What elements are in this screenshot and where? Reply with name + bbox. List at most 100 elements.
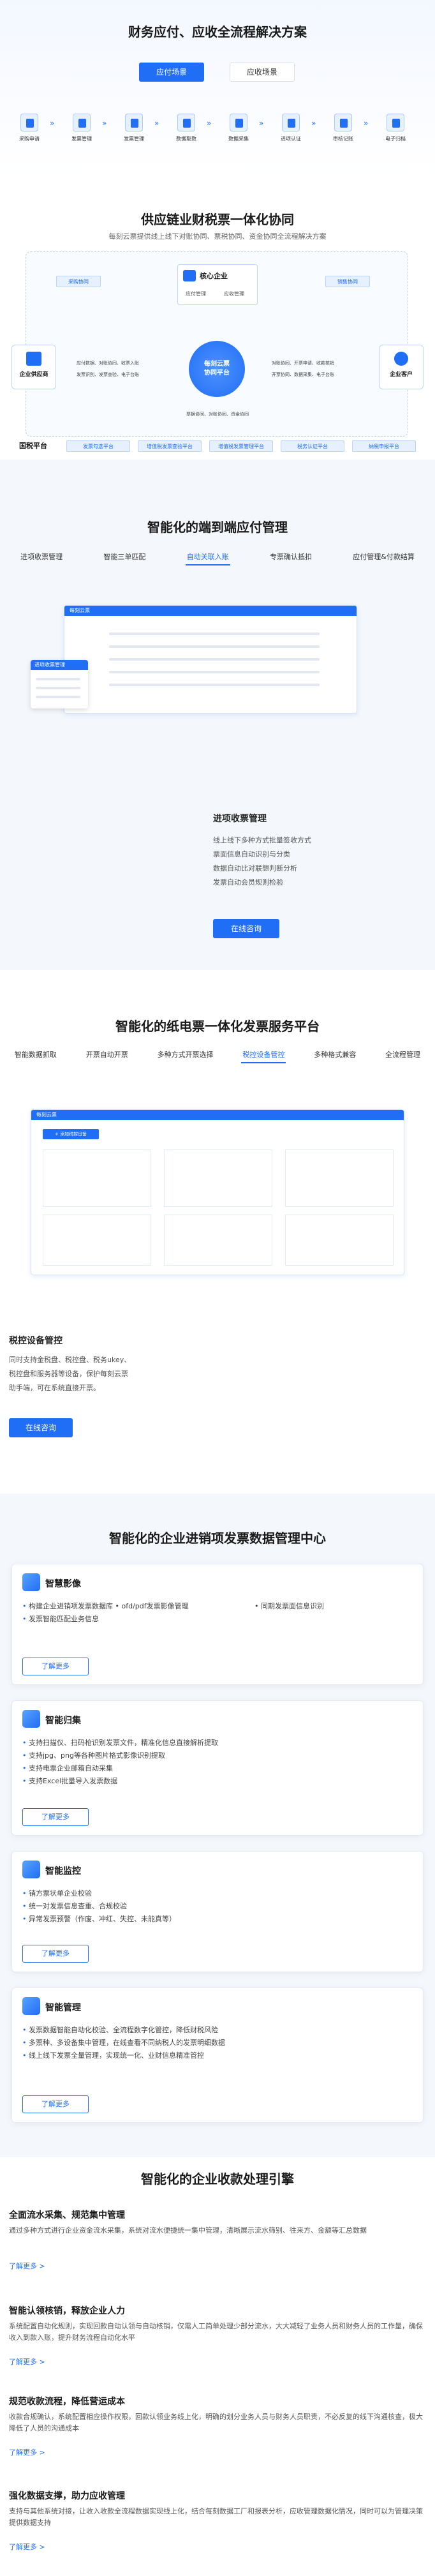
tax-pill: 增值税发票管理平台 <box>209 440 273 452</box>
card-title: 智能监控 <box>45 1866 81 1876</box>
tab-item[interactable]: 开票自动开票 <box>85 1047 129 1063</box>
tab-item[interactable]: 多种方式开票选择 <box>156 1047 215 1063</box>
feature-item: 票面信息自动识别与分类 <box>213 850 290 858</box>
card-item: 支持电票企业邮箱自动采集 <box>22 1762 218 1775</box>
feature-card: 智慧影像构建企业进销项发票数据库 • ofd/pdf发票影像管理发票智能匹配业务… <box>11 1564 424 1685</box>
section-title: 财务应付、应收全流程解决方案 <box>128 24 307 40</box>
invoice-tabs: 智能数据抓取 开票自动开票 多种方式开票选择 税控设备管控 多种格式兼容 全流程管理 <box>0 1047 435 1063</box>
building-icon <box>183 270 196 281</box>
learn-more-link[interactable]: 了解更多 > <box>9 2356 45 2367</box>
step-label: 发票管理 <box>71 136 92 142</box>
feature-card: 智能归集支持扫描仪、扫码枪识别发票文件，精准化信息直接解析提取支持jpg、png… <box>11 1700 424 1836</box>
section-title: 智能化的纸电票一体化发票服务平台 <box>115 1019 320 1034</box>
feature-icon <box>22 1710 40 1728</box>
supplier-label: 企业供应商 <box>19 371 48 378</box>
section-subtitle: 每刻云票提供线上线下对账协同、票税协同、资金协同全流程解决方案 <box>108 232 327 241</box>
flow-step: 数据取数 <box>170 114 203 142</box>
right-texts: 对账协同、开票申请、收款核销 开票协同、数据采集、电子台账 <box>272 357 334 380</box>
feature-card: 智能管理发票数据智能自动化校验、全流程数字化管控，降低财税风险多票种、多设备集中… <box>11 1988 424 2123</box>
feature-item: 线上线下多种方式批量签收方式 <box>213 836 311 844</box>
feature-icon <box>22 1861 40 1878</box>
user-icon <box>394 352 408 366</box>
learn-more-button[interactable]: 了解更多 <box>22 2095 89 2113</box>
left-text2: 发票识别、发票查验、电子台账 <box>77 372 139 377</box>
tab-receivable[interactable]: 应收场景 <box>230 63 295 82</box>
platform-line2: 协同平台 <box>204 370 230 377</box>
feature-desc: 同时支持金税盘、税控盘、税务ukey、 税控盘和服务器等设备，保护每刻云票 助手端，… <box>9 1353 131 1395</box>
chevron-right-icon: » <box>364 119 369 128</box>
right-text1: 对账协同、开票申请、收款核销 <box>272 361 334 366</box>
row-title: 强化数据支撑，助力应收管理 <box>9 2491 125 2501</box>
desc-line: 税控盘和服务器等设备，保护每刻云票 <box>9 1370 128 1378</box>
chevron-right-icon: » <box>50 119 55 128</box>
platform-hub: 每刻云票 协同平台 <box>189 341 245 397</box>
card-item: 构建企业进销项发票数据库 • ofd/pdf发票影像管理 <box>22 1600 189 1613</box>
flow-step: 数据采集 <box>222 114 255 142</box>
step-icon <box>387 114 404 131</box>
row-desc: 收款合规确认，系统配置相应操作权限，回款认领业务线上化，明确的划分业务人员与财务… <box>9 2413 423 2432</box>
learn-more-button[interactable]: 了解更多 <box>22 1658 89 1675</box>
customer-node: 企业客户 <box>379 345 424 389</box>
core-sub2: 应收管理 <box>224 291 244 297</box>
tab-item[interactable]: 全流程管理 <box>384 1047 422 1063</box>
feature-title: 进项收票管理 <box>213 814 267 824</box>
step-label: 电子归档 <box>385 136 406 142</box>
customer-label: 企业客户 <box>389 371 413 378</box>
tab-item[interactable]: 自动关联入账 <box>185 549 230 565</box>
core-box: 核心企业 应付管理 应收管理 <box>177 264 258 305</box>
card-item: 支持扫描仪、扫码枪识别发票文件，精准化信息直接解析提取 <box>22 1737 218 1749</box>
feature-icon <box>22 1997 40 2015</box>
section-title: 供应链业财税票一体化协同 <box>141 212 294 227</box>
step-label: 采购申请 <box>19 136 40 142</box>
tab-item[interactable]: 应付管理&付款结算 <box>351 549 416 565</box>
step-icon <box>282 114 300 131</box>
consult-button[interactable]: 在线咨询 <box>213 919 279 938</box>
step-icon <box>230 114 247 131</box>
chevron-right-icon: » <box>259 119 264 128</box>
row-desc: 支持与其他系统对接，让收入收款全流程数据实现线上化，结合每刻数据工厂和报表分析，… <box>9 2507 423 2527</box>
chevron-right-icon: » <box>311 119 316 128</box>
step-label: 数据采集 <box>228 136 249 142</box>
learn-more-link[interactable]: 了解更多 > <box>9 2447 45 2457</box>
row-title: 规范收款流程，降低营运成本 <box>9 2397 125 2407</box>
card-item: 发票数据智能自动化校验、全流程数字化管控，降低财税风险 <box>22 2024 225 2037</box>
tab-item[interactable]: 智能数据抓取 <box>13 1047 58 1063</box>
tab-item[interactable]: 进项收票管理 <box>19 549 64 565</box>
learn-more-link[interactable]: 了解更多 > <box>9 2542 45 2552</box>
tab-payable[interactable]: 应付场景 <box>139 63 204 82</box>
tab-item[interactable]: 多种格式兼容 <box>313 1047 357 1063</box>
tax-pill: 纳税申报平台 <box>352 440 416 452</box>
chevron-right-icon: » <box>154 119 159 128</box>
add-device-button[interactable]: + 添加税控设备 <box>43 1129 99 1139</box>
platform-line1: 每刻云票 <box>204 361 230 368</box>
tab-item[interactable]: 专票确认抵扣 <box>269 549 313 565</box>
learn-more-button[interactable]: 了解更多 <box>22 1945 89 1963</box>
step-icon <box>334 114 352 131</box>
step-icon <box>20 114 38 131</box>
popup-card: 进项收票管理 <box>31 660 88 708</box>
store-icon <box>26 352 41 366</box>
chevron-right-icon: » <box>102 119 107 128</box>
learn-more-button[interactable]: 了解更多 <box>22 1808 89 1826</box>
tab-item[interactable]: 智能三单匹配 <box>102 549 147 565</box>
card-item: 支持Excel批量导入发票数据 <box>22 1775 218 1788</box>
consult-button[interactable]: 在线咨询 <box>9 1418 73 1437</box>
card-list: 发票数据智能自动化校验、全流程数字化管控，降低财税风险多票种、多设备集中管理，在… <box>22 2024 225 2062</box>
card-list: 支持扫描仪、扫码枪识别发票文件，精准化信息直接解析提取支持jpg、png等各种图… <box>22 1737 218 1788</box>
section-solution: 财务应付、应收全流程解决方案 应付场景 应收场景 采购申请 » 发票管理 » 发票管理 »… <box>0 0 435 172</box>
learn-more-link[interactable]: 了解更多 > <box>9 2261 45 2271</box>
step-icon <box>73 114 91 131</box>
row-title: 全面流水采集、规范集中管理 <box>9 2210 125 2220</box>
section-title: 智能化的企业进销项发票数据管理中心 <box>109 1531 326 1546</box>
tag-sales: 销售协同 <box>325 276 370 287</box>
right-text2: 开票协同、数据采集、电子台账 <box>272 372 334 377</box>
app-mockup: 每刻云票 + 添加税控设备 <box>31 1109 404 1275</box>
card-item: 线上线下发票全量管理，实现统一化、业财信息精准管控 <box>22 2049 225 2062</box>
tag-purchase: 采购协同 <box>56 276 101 287</box>
card-item: 异常发票预警（作废、冲红、失控、未能真等） <box>22 1913 176 1926</box>
tab-item[interactable]: 税控设备管控 <box>241 1047 286 1063</box>
card-item: 支持jpg、png等各种图片格式影像识别提取 <box>22 1749 218 1762</box>
tax-pill: 增值税发票查验平台 <box>138 440 202 452</box>
flow-step: 审核记账 <box>327 114 360 142</box>
step-label: 审核记账 <box>333 136 353 142</box>
